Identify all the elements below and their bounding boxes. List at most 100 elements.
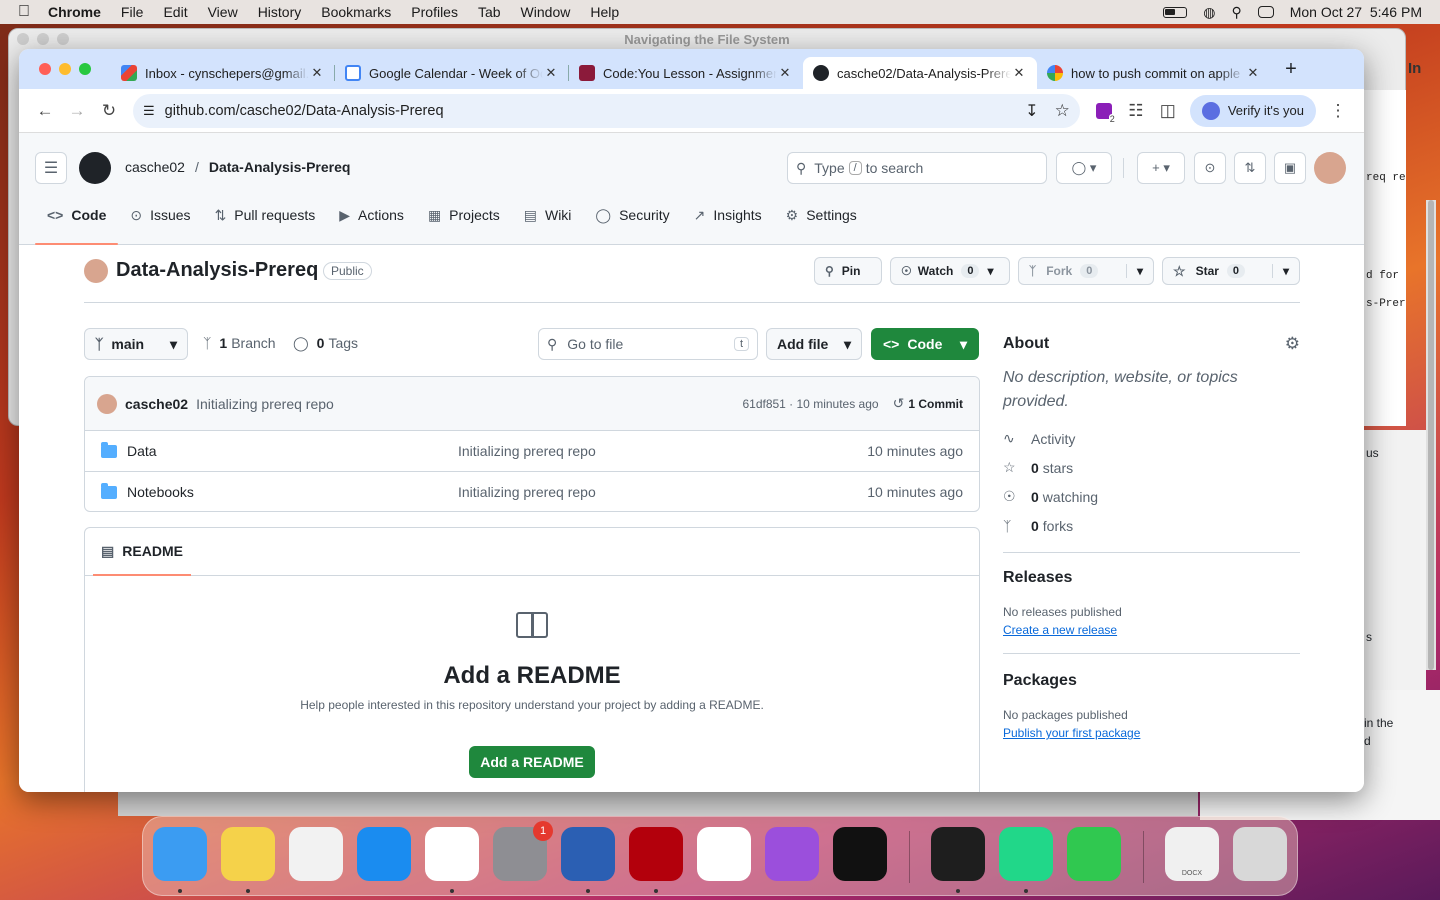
tab-actions[interactable]: ▶ Actions xyxy=(327,193,416,237)
new-tab-button[interactable]: + xyxy=(1277,58,1305,81)
branches-link[interactable]: ᛉ 1 Branch xyxy=(203,335,276,351)
acrobat-dock-icon[interactable] xyxy=(629,827,683,881)
fork-button[interactable]: ᛉ Fork 0 ▾ xyxy=(1018,257,1154,285)
site-info-icon[interactable]: ☰ xyxy=(143,103,155,119)
menu-profiles[interactable]: Profiles xyxy=(411,4,458,20)
menu-file[interactable]: File xyxy=(121,4,144,20)
document-dock-icon[interactable]: DOCX xyxy=(1165,827,1219,881)
packages-heading[interactable]: Packages xyxy=(1003,672,1300,690)
repo-link[interactable]: Data-Analysis-Prereq xyxy=(209,159,351,175)
create-release-link[interactable]: Create a new release xyxy=(1003,623,1300,637)
close-tab-icon[interactable]: ✕ xyxy=(309,65,325,81)
tab-issues[interactable]: ⊙ Issues xyxy=(118,193,202,237)
browser-tab[interactable]: Inbox - cynschepers@gmail.com ✕ xyxy=(111,57,335,89)
browser-tab[interactable]: Google Calendar - Week of October ✕ xyxy=(335,57,569,89)
photos-dock-icon[interactable] xyxy=(289,827,343,881)
copilot-button[interactable]: ◯ ▾ xyxy=(1056,152,1112,184)
pin-button[interactable]: ⚲ Pin xyxy=(814,257,882,285)
create-new-button[interactable]: + ▾ xyxy=(1137,152,1185,184)
podcasts-dock-icon[interactable] xyxy=(765,827,819,881)
menu-bookmarks[interactable]: Bookmarks xyxy=(321,4,391,20)
tab-projects[interactable]: ▦ Projects xyxy=(416,193,512,237)
menu-window[interactable]: Window xyxy=(521,4,571,20)
file-commit-message[interactable]: Initializing prereq repo xyxy=(458,443,596,459)
apple-icon[interactable]:  xyxy=(18,3,30,21)
menu-app-name[interactable]: Chrome xyxy=(48,4,101,20)
watching-link[interactable]: ☉ 0 watching xyxy=(1003,482,1300,511)
menu-clock[interactable]: Mon Oct 27 5:46 PM xyxy=(1290,4,1422,20)
back-arrow-icon[interactable]: ← xyxy=(29,95,61,127)
browser-tab[interactable]: Code:You Lesson - Assignments ✕ xyxy=(569,57,803,89)
watch-button[interactable]: ☉ Watch 0 ▾ xyxy=(890,257,1010,285)
tab-pull-requests[interactable]: ⇅ Pull requests xyxy=(203,193,328,237)
menu-edit[interactable]: Edit xyxy=(163,4,187,20)
star-button[interactable]: ☆ Star 0 ▾ xyxy=(1162,257,1300,285)
readme-tab[interactable]: ▤ README xyxy=(93,528,191,576)
battery-icon[interactable] xyxy=(1163,6,1188,18)
file-commit-message[interactable]: Initializing prereq repo xyxy=(458,484,596,500)
close-tab-icon[interactable]: ✕ xyxy=(777,65,793,81)
browser-tab-active[interactable]: casche02/Data-Analysis-Prereq ✕ xyxy=(803,57,1037,89)
commit-count-link[interactable]: 1 Commit xyxy=(908,397,963,411)
go-to-file-input[interactable]: ⚲ Go to file t xyxy=(538,328,758,360)
code-dropdown-button[interactable]: <> Code ▾ xyxy=(871,328,979,360)
fork-dropdown-icon[interactable]: ▾ xyxy=(1125,264,1143,278)
close-tab-icon[interactable]: ✕ xyxy=(1245,65,1261,81)
chrome-menu-icon[interactable]: ⋮ xyxy=(1322,95,1354,127)
notes-dock-icon[interactable] xyxy=(221,827,275,881)
search-input[interactable]: ⚲ Type / to search xyxy=(787,152,1047,184)
github-logo-icon[interactable] xyxy=(79,152,111,184)
tab-wiki[interactable]: ▤ Wiki xyxy=(512,193,584,237)
browser-tab[interactable]: how to push commit on apple ✕ xyxy=(1037,57,1271,89)
spotlight-search-icon[interactable]: ⚲ xyxy=(1231,4,1241,21)
forward-arrow-icon[interactable]: → xyxy=(61,95,93,127)
pycharm-dock-icon[interactable] xyxy=(999,827,1053,881)
extensions-puzzle-icon[interactable]: ☷ xyxy=(1120,95,1152,127)
finder-dock-icon[interactable] xyxy=(153,827,207,881)
publish-package-link[interactable]: Publish your first package xyxy=(1003,726,1300,740)
issues-icon[interactable]: ⊙ xyxy=(1194,152,1226,184)
close-window-button[interactable] xyxy=(39,63,51,75)
commit-hash-time[interactable]: 61df851 · 10 minutes ago xyxy=(742,397,878,411)
add-file-button[interactable]: Add file ▾ xyxy=(766,328,862,360)
star-dropdown-icon[interactable]: ▾ xyxy=(1271,264,1289,278)
file-name[interactable]: Data xyxy=(127,443,157,459)
menu-tab[interactable]: Tab xyxy=(478,4,501,20)
terminal-dock-icon[interactable] xyxy=(931,827,985,881)
side-panel-icon[interactable]: ◫ xyxy=(1152,95,1184,127)
url-text[interactable]: github.com/casche02/Data-Analysis-Prereq xyxy=(165,103,1026,119)
tags-link[interactable]: ◯ 0 Tags xyxy=(293,335,358,352)
extension-icon[interactable]: 2 xyxy=(1088,95,1120,127)
menu-history[interactable]: History xyxy=(258,4,302,20)
table-row[interactable]: Notebooks Initializing prereq repo 10 mi… xyxy=(85,471,979,511)
bookmark-star-icon[interactable]: ☆ xyxy=(1055,101,1070,121)
tab-code[interactable]: <> Code xyxy=(35,193,119,245)
background-scrollbar[interactable] xyxy=(1426,200,1436,670)
close-tab-icon[interactable]: ✕ xyxy=(543,65,559,81)
releases-heading[interactable]: Releases xyxy=(1003,569,1300,587)
menu-help[interactable]: Help xyxy=(590,4,619,20)
verify-profile-button[interactable]: Verify it's you xyxy=(1189,94,1316,127)
system-settings-dock-icon[interactable]: 1 xyxy=(493,821,553,881)
add-readme-button[interactable]: Add a README xyxy=(469,746,595,778)
control-center-icon[interactable] xyxy=(1257,6,1274,18)
gear-icon[interactable]: ⚙ xyxy=(1285,334,1300,354)
reload-icon[interactable]: ↻ xyxy=(93,95,125,127)
repo-title[interactable]: Data-Analysis-Prereq xyxy=(116,259,318,282)
chrome-dock-icon[interactable] xyxy=(425,827,479,881)
tab-settings[interactable]: ⚙ Settings xyxy=(774,193,869,237)
hamburger-menu-button[interactable]: ☰ xyxy=(35,152,67,184)
file-name[interactable]: Notebooks xyxy=(127,484,194,500)
pull-requests-icon[interactable]: ⇅ xyxy=(1234,152,1266,184)
table-row[interactable]: Data Initializing prereq repo 10 minutes… xyxy=(85,430,979,471)
zoom-window-button[interactable] xyxy=(79,63,91,75)
commit-author[interactable]: casche02 xyxy=(125,396,188,412)
commit-message[interactable]: Initializing prereq repo xyxy=(196,396,334,412)
tab-insights[interactable]: ↗ Insights xyxy=(682,193,774,237)
minimize-window-button[interactable] xyxy=(59,63,71,75)
close-tab-icon[interactable]: ✕ xyxy=(1011,65,1027,81)
trash-dock-icon[interactable] xyxy=(1233,827,1287,881)
user-avatar[interactable] xyxy=(1314,152,1346,184)
apple-tv-dock-icon[interactable] xyxy=(833,827,887,881)
forks-link[interactable]: ᛉ 0 forks xyxy=(1003,511,1300,540)
